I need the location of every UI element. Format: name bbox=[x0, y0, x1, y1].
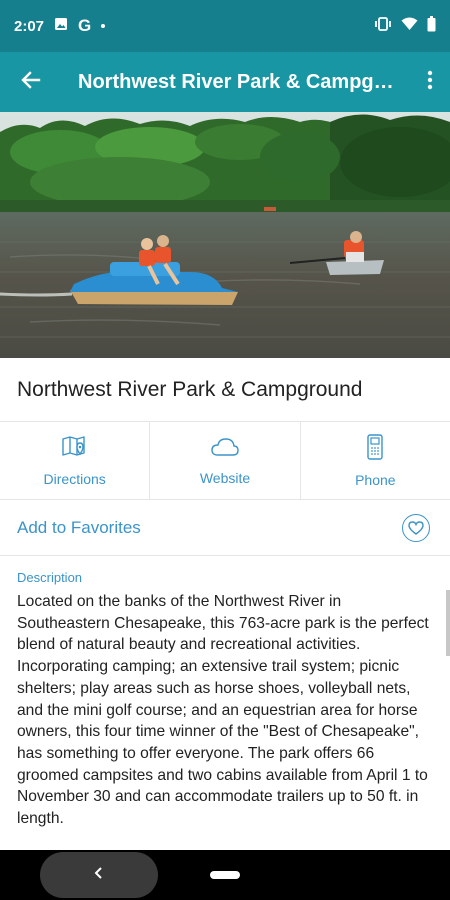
add-to-favorites-label: Add to Favorites bbox=[17, 517, 141, 537]
action-row: Directions Website Phone bbox=[0, 422, 450, 500]
more-vert-icon bbox=[427, 70, 433, 95]
wifi-icon bbox=[401, 17, 418, 36]
description-text: Located on the banks of the Northwest Ri… bbox=[17, 593, 429, 828]
scrollbar[interactable] bbox=[446, 590, 450, 656]
website-button[interactable]: Website bbox=[150, 422, 301, 499]
heart-icon[interactable] bbox=[402, 513, 430, 542]
chevron-left-icon bbox=[94, 866, 104, 885]
map-icon bbox=[61, 435, 89, 462]
overflow-menu-button[interactable] bbox=[410, 52, 450, 112]
back-arrow-icon bbox=[21, 70, 41, 95]
system-nav-bar bbox=[0, 850, 450, 900]
directions-label: Directions bbox=[43, 470, 106, 487]
status-bar: 2:07 G bbox=[0, 0, 450, 52]
detail-content: Northwest River Park & Campground Direct… bbox=[0, 358, 450, 830]
description-section: Description Located on the banks of the … bbox=[0, 556, 450, 830]
phone-label: Phone bbox=[355, 471, 396, 488]
google-icon: G bbox=[78, 16, 92, 35]
add-to-favorites-row[interactable]: Add to Favorites bbox=[0, 500, 450, 556]
place-title: Northwest River Park & Campground bbox=[0, 358, 450, 422]
status-right bbox=[374, 15, 436, 37]
vibrate-icon bbox=[374, 16, 392, 36]
status-left: 2:07 G bbox=[14, 16, 106, 36]
battery-icon bbox=[427, 15, 436, 37]
directions-button[interactable]: Directions bbox=[0, 422, 151, 499]
image-icon bbox=[54, 17, 68, 35]
phone-button[interactable]: Phone bbox=[301, 422, 450, 499]
app-bar: Northwest River Park & Campground bbox=[0, 52, 450, 112]
phone-icon bbox=[366, 433, 384, 463]
description-label: Description bbox=[17, 570, 83, 585]
app-bar-title: Northwest River Park & Campground bbox=[78, 70, 400, 93]
nav-home-pill[interactable] bbox=[210, 871, 240, 879]
hero-image bbox=[0, 112, 450, 358]
website-label: Website bbox=[199, 469, 251, 486]
status-time: 2:07 bbox=[14, 17, 45, 35]
cloud-icon bbox=[210, 436, 240, 461]
nav-back-button[interactable] bbox=[40, 852, 158, 898]
notification-dot bbox=[101, 24, 106, 28]
back-button[interactable] bbox=[0, 52, 62, 112]
